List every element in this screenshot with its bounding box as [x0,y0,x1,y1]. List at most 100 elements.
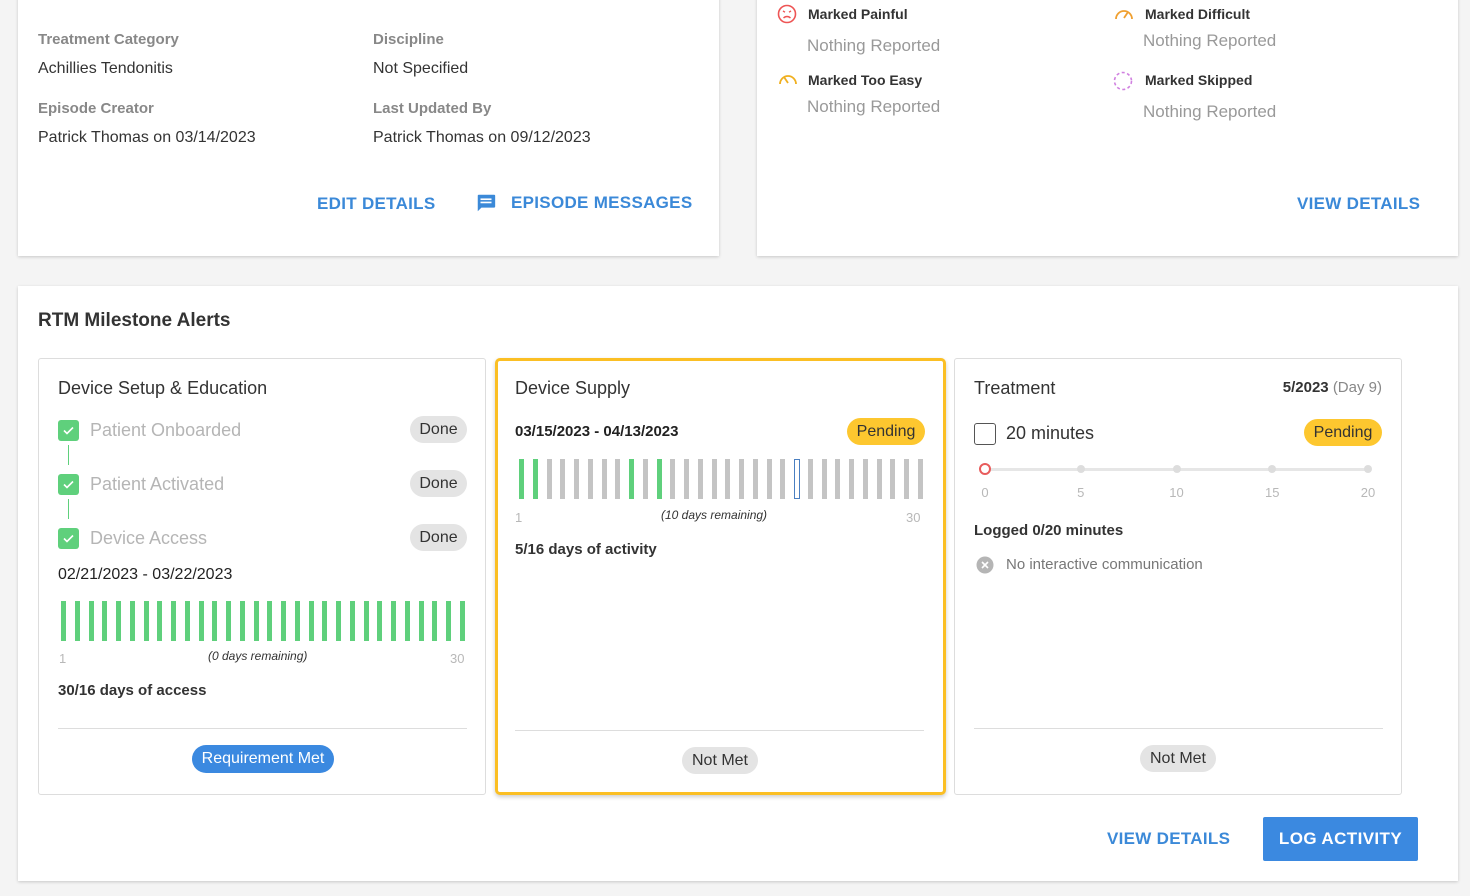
setup-day-bar [240,601,245,641]
supply-date-range: 03/15/2023 - 04/13/2023 [515,423,679,440]
setup-axis-start: 1 [59,651,67,666]
slider-tick-dot [1076,465,1085,473]
slider-tick-label: 0 [981,485,989,500]
too-easy-gauge-icon [777,69,797,89]
treatment-category-value: Achillies Tendonitis [38,60,173,77]
marked-difficult-label: Marked Difficult [1145,6,1251,22]
supply-day-bar [684,459,689,499]
supply-day-bar [849,459,854,499]
setup-day-bar [309,601,314,641]
setup-day-bar [226,601,231,641]
supply-day-bar [560,459,565,499]
setup-days-remaining: (0 days remaining) [208,649,308,663]
rtm-title: RTM Milestone Alerts [38,310,231,331]
last-updated-label: Last Updated By [373,100,492,117]
feedback-view-details-button[interactable]: VIEW DETAILS [1297,194,1420,214]
marked-painful-value: Nothing Reported [807,36,941,55]
supply-day-bar [877,459,882,499]
edit-details-button[interactable]: EDIT DETAILS [317,194,436,214]
supply-day-bars [519,459,923,499]
device-setup-title: Device Setup & Education [58,378,268,398]
painful-face-icon [777,4,797,24]
setup-day-bar [432,601,437,641]
setup-day-bar [281,601,286,641]
setup-day-bar [377,601,382,641]
treatment-status-badge: Pending [1304,419,1382,446]
supply-day-bar [753,459,758,499]
supply-day-bar [615,459,620,499]
difficult-gauge-icon [1113,4,1133,24]
supply-day-bar [574,459,579,499]
onboarded-check-icon [58,420,79,441]
setup-date-range: 02/21/2023 - 03/22/2023 [58,566,233,583]
skipped-dashed-circle-icon [1113,71,1133,91]
treatment-day: (Day 9) [1332,379,1382,396]
message-icon [475,192,497,219]
setup-day-bar [350,601,355,641]
setup-day-bar [405,601,410,641]
supply-day-bar [794,459,800,499]
setup-day-bar [171,601,176,641]
setup-day-bar [364,601,369,641]
supply-day-bar [890,459,895,499]
minutes-checkbox[interactable] [974,423,996,445]
supply-day-bar [918,459,923,499]
discipline-label: Discipline [373,31,444,48]
marked-skipped-label: Marked Skipped [1145,72,1253,88]
slider-tick-label: 5 [1077,485,1085,500]
slider-tick-label: 20 [1360,485,1376,500]
supply-day-bar [698,459,703,499]
step-status-activated: Done [410,470,467,497]
setup-day-bar [185,601,190,641]
setup-day-bar [89,601,94,641]
supply-day-bar [767,459,772,499]
supply-days-remaining: (10 days remaining) [661,508,768,522]
device-setup-card: Device Setup & Education Patient Onboard… [38,358,486,795]
step-connector [68,499,69,519]
supply-day-bar [863,459,868,499]
marked-difficult-value: Nothing Reported [1143,31,1277,50]
slider-tick-label: 10 [1169,485,1184,500]
supply-day-bar [547,459,552,499]
minutes-label: 20 minutes [1006,423,1095,443]
supply-day-bar [725,459,730,499]
log-activity-button[interactable]: LOG ACTIVITY [1263,817,1418,861]
marked-too-easy-label: Marked Too Easy [808,72,923,88]
supply-day-bar [739,459,744,499]
supply-day-bar [519,459,524,499]
device-access-check-icon [58,528,79,549]
setup-day-bar [130,601,135,641]
supply-day-bar [670,459,675,499]
supply-day-bar [780,459,785,499]
rtm-view-details-button[interactable]: VIEW DETAILS [1107,829,1230,849]
marked-skipped-value: Nothing Reported [1143,102,1277,121]
activated-check-icon [58,474,79,495]
supply-axis-start: 1 [515,510,523,525]
x-circle-icon [976,556,994,579]
treatment-not-met-badge: Not Met [1140,745,1216,772]
step-connector [68,445,69,465]
divider [515,730,924,731]
supply-day-bar [629,459,634,499]
step-label-onboarded: Patient Onboarded [90,420,242,440]
supply-day-bar [808,459,813,499]
setup-day-bar [391,601,396,641]
setup-day-bar [446,601,451,641]
logged-minutes: Logged 0/20 minutes [974,522,1124,539]
setup-day-bar [75,601,80,641]
slider-handle[interactable] [979,463,991,475]
setup-day-bar [212,601,217,641]
episode-creator-value: Patrick Thomas on 03/14/2023 [38,129,256,146]
last-updated-value: Patrick Thomas on 09/12/2023 [373,129,591,146]
setup-day-bar [144,601,149,641]
episode-messages-button[interactable]: EPISODE MESSAGES [511,193,692,213]
marked-too-easy-value: Nothing Reported [807,97,941,116]
supply-day-bar [712,459,717,499]
divider [974,728,1383,729]
supply-axis-end: 30 [906,510,921,525]
setup-day-bar [199,601,204,641]
marked-painful-label: Marked Painful [808,6,908,22]
setup-day-bar [322,601,327,641]
setup-day-bars [61,601,465,641]
device-supply-card[interactable]: Device Supply 03/15/2023 - 04/13/2023 Pe… [495,358,946,795]
